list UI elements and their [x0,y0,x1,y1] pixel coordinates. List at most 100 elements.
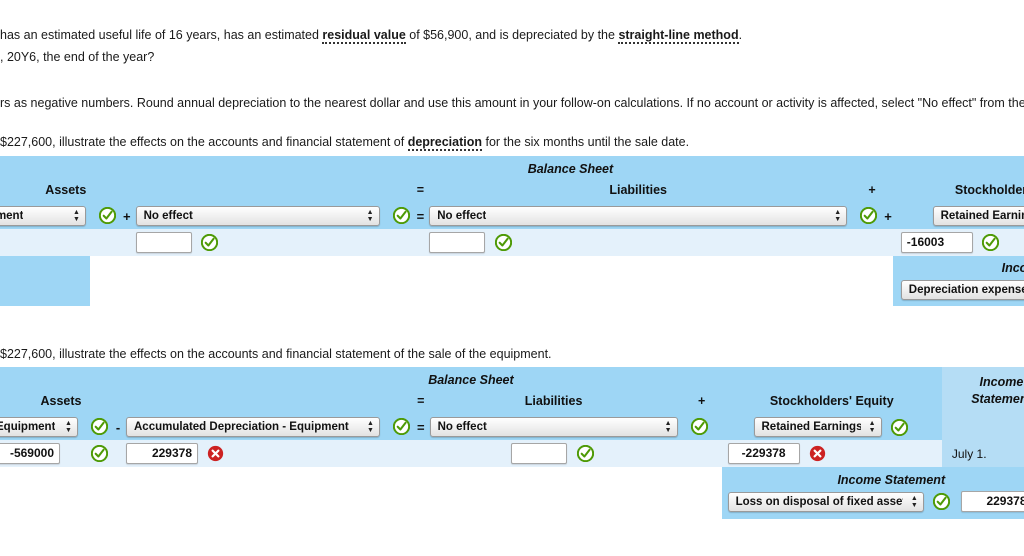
table2-header-equals: = [416,391,426,414]
updown-arrows-icon: ▲ ▼ [366,209,374,223]
updown-arrows-icon: ▲ ▼ [73,209,80,223]
table2-assets-account-select[interactable]: Equipment ▲ ▼ [0,417,78,437]
line1-pre: has an estimated useful life of 16 years… [0,28,323,42]
table1-account-row: Equipment ▲▼ + No effect ▲▼ = No effec [0,203,1024,229]
check-circle-icon [576,445,594,462]
x-circle-icon [809,445,826,462]
table2-asset-value-cell: -569000 [0,440,82,467]
table1-equity-value-input[interactable]: -16003 [900,232,973,253]
table2-liabilities-account-cell: No effect ▲ ▼ [425,414,682,440]
table2-equity-account-select[interactable]: Retained Earnings ▲ ▼ [753,417,882,437]
table1-is-panel: Income Statement Depreciation expense ▲▼… [892,256,1024,306]
table2-liabilities-value-cell [425,440,682,467]
table2-income-statement-title: Income Statement [941,367,1024,414]
table1-values-spacer-3 [415,229,426,256]
table1-values-spacer-2 [383,229,416,256]
table1-liabilities-account-cell: No effect ▲ ▼ [425,203,852,229]
table1-is-blank-1 [90,256,426,306]
table2-assets-account-cell: Equipment ▲ ▼ [0,414,82,440]
table2-asset2-account-select[interactable]: Accumulated Depreciation - Equipment ▲ ▼ [126,417,380,437]
table2-values-spacer-2 [384,440,416,467]
sale-effects-table: Balance Sheet Income Statement Assets = … [0,367,1024,519]
table2-equity-value-input[interactable]: -229378 [727,443,800,464]
line1-mid: of $56,900, and is depreciated by the [405,28,619,42]
table1-column-headers: Assets = Liabilities + Stockholders' Equ… [0,180,1024,203]
table1-header-assets: Assets [0,180,132,203]
table1-asset2-value-input[interactable] [135,232,192,253]
table2-asset-value-status-cell [82,440,114,467]
t2-is-title-l1: Income [979,374,1024,389]
table1-liabilities-account-status-cell [851,203,884,229]
table2-is-amount-input[interactable]: 229378 [960,491,1024,512]
table1-header-spacer-1 [131,180,416,203]
check-circle-icon [860,207,878,225]
table1-liabilities-value-cell [425,229,852,256]
check-circle-icon [982,234,1000,251]
table2-asset2-value-input[interactable]: 229378 [126,443,198,464]
table1-liabilities-value-input[interactable] [429,232,486,253]
table2-values-spacer-5 [713,440,722,467]
requirement-text-depreciation: $227,600, illustrate the effects on the … [0,134,689,151]
table1-values-spacer-1 [122,229,132,256]
t2-is-title-l2: Statement [971,391,1024,406]
table2-values-row: -569000 229378 -229378 July 1. [0,440,1024,467]
table2-assets-account-status-cell [82,414,114,440]
table1-liabilities-account-select[interactable]: No effect ▲ ▼ [429,206,848,226]
table2-date-cell: July 1. [941,440,1024,467]
table1-asset-value-status-cell [90,229,122,256]
table2-date-label: July 1. [951,446,987,461]
table2-header-plus: + [681,391,722,414]
table1-income-statement-section: Income Statement Depreciation expense ▲▼… [0,256,1024,306]
table1-is-account-select[interactable]: Depreciation expense ▲▼ [900,279,1024,300]
table1-asset2-account-cell: No effect ▲ ▼ [131,203,384,229]
check-circle-icon [201,234,219,251]
table2-liabilities-account-status-cell [681,414,714,440]
table1-header-liabilities: Liabilities [425,180,852,203]
problem-text-line-1: has an estimated useful life of 16 years… [0,27,742,44]
table2-asset2-account-cell: Accumulated Depreciation - Equipment ▲ ▼ [122,414,384,440]
table2-header-assets: Assets [0,391,122,414]
table2-equity-value-cell: -229378 [721,440,942,467]
table1-equity-value-cell: -16003 [892,229,1024,256]
table2-liabilities-account-select[interactable]: No effect ▲ ▼ [429,417,678,437]
check-circle-icon [392,207,410,225]
table2-is-blank-1 [0,467,426,519]
table2-operator-minus-1: - [114,414,122,440]
table1-equity-account-cell: Retained Earnings ▲▼ [892,203,1024,229]
table2-column-headers: Assets = Liabilities + Stockholders' Equ… [0,391,1024,414]
table1-assets-account-cell: Equipment ▲▼ [0,203,90,229]
table1-asset2-account-status-cell [383,203,416,229]
table2-is-panel: Income Statement Loss on disposal of fix… [721,467,1024,519]
table1-assets-account-select[interactable]: Equipment ▲▼ [0,206,86,226]
problem-text-line-2: , 20Y6, the end of the year? [0,50,155,64]
depreciation-effects-table: Balance Sheet Income Statement Assets = … [0,156,1024,306]
check-circle-icon [99,207,116,225]
table1-asset2-value-cell [131,229,384,256]
table1-operator-equals-1: = [415,203,426,229]
updown-arrows-icon: ▲ ▼ [65,420,72,434]
table2-income-statement-section: Income Statement Loss on disposal of fix… [0,467,1024,519]
table2-balance-sheet-title: Balance Sheet [0,367,942,391]
check-circle-icon [91,444,108,462]
check-circle-icon [393,418,410,436]
worksheet-page: has an estimated useful life of 16 years… [0,0,1024,556]
table2-values-spacer-3 [416,440,426,467]
table1-header-equals: = [415,180,426,203]
updown-arrows-icon: ▲ ▼ [367,420,374,434]
x-circle-icon [207,445,224,462]
table1-is-section-title: Income Statement [1001,261,1024,275]
updown-arrows-icon: ▲ ▼ [910,494,918,509]
table2-header-stockholders-equity: Stockholders' Equity [721,391,942,414]
line4-pre: $227,600, illustrate the effects on the … [0,135,408,149]
table2-header-liabilities: Liabilities [425,391,682,414]
table2-equity-account-cell: Retained Earnings ▲ ▼ [721,414,942,440]
table1-equity-account-select[interactable]: Retained Earnings ▲▼ [932,206,1024,226]
table2-values-spacer-4 [681,440,714,467]
table2-is-account-select[interactable]: Loss on disposal of fixed assets ▲ ▼ [727,491,924,512]
table1-asset2-account-select[interactable]: No effect ▲ ▼ [135,206,380,226]
table1-balance-sheet-title: Balance Sheet [0,156,1024,180]
table2-asset-value-input[interactable]: -569000 [0,443,60,464]
table1-banner-row: Balance Sheet Income Statement [0,156,1024,180]
check-circle-icon [690,418,708,436]
table2-liabilities-value-input[interactable] [511,443,568,464]
